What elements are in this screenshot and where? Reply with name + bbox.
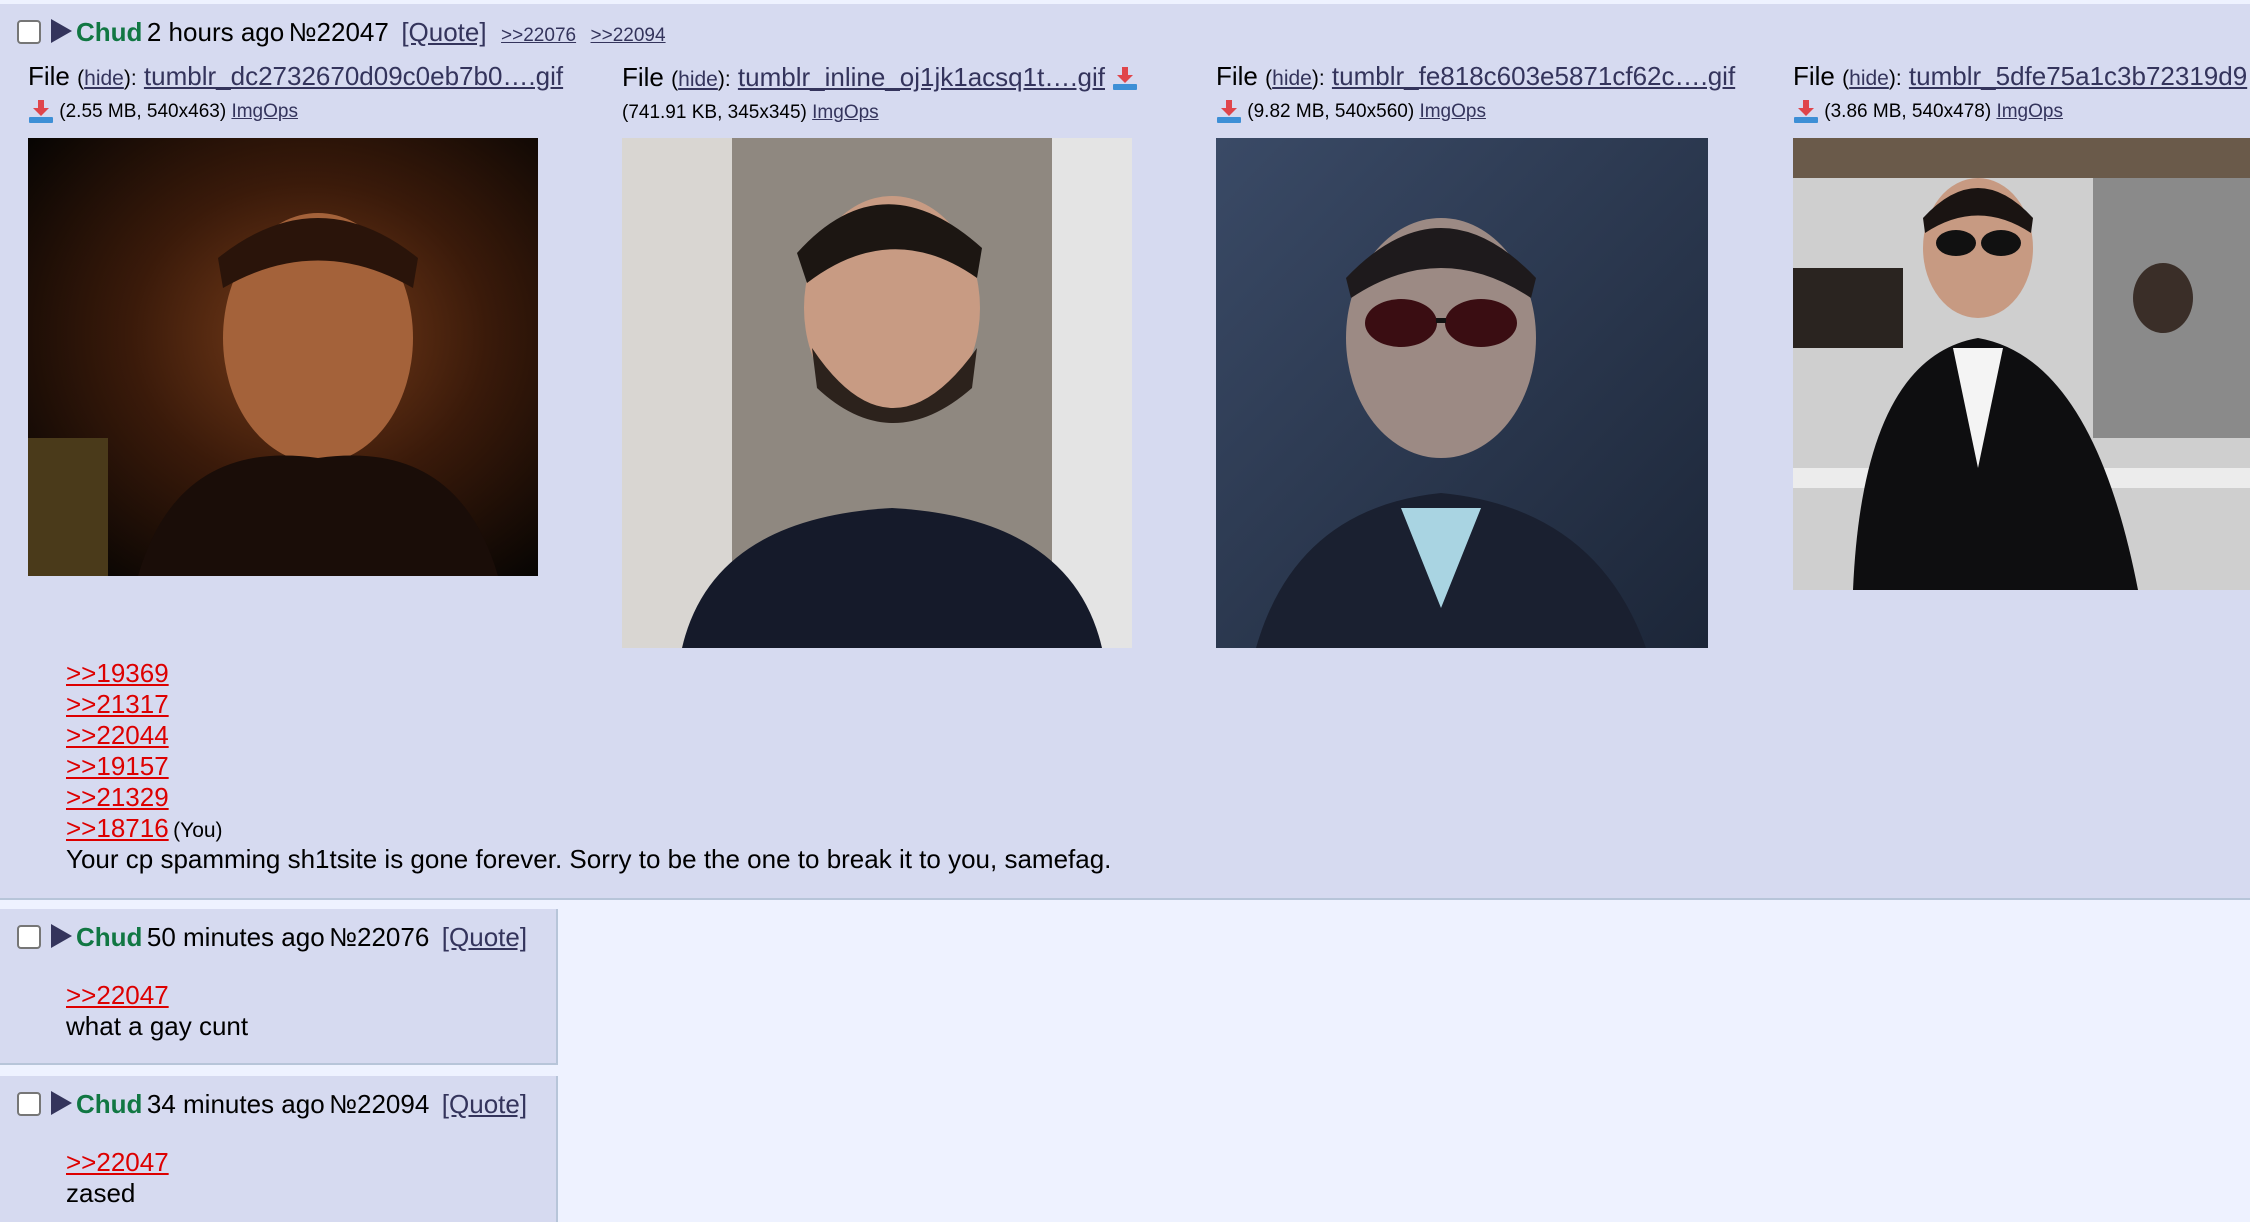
download-icon[interactable]	[1112, 67, 1138, 91]
quote-button[interactable]: [Quote]	[442, 1089, 527, 1119]
download-icon[interactable]	[28, 100, 54, 124]
post-header: Chud 34 minutes ago №22094 [Quote]	[76, 1089, 527, 1120]
poster-name: Chud	[76, 922, 143, 952]
backlink[interactable]: >>22094	[591, 25, 666, 46]
expand-triangle-icon[interactable]	[51, 1091, 72, 1115]
hide-link[interactable]: hide	[1272, 67, 1312, 90]
imgops-link[interactable]: ImgOps	[231, 101, 298, 122]
quote-button[interactable]: [Quote]	[401, 17, 486, 47]
post-select-checkbox[interactable]	[17, 925, 41, 949]
post-message: Your cp spamming sh1tsite is gone foreve…	[66, 844, 1112, 874]
post-number[interactable]: №22094	[329, 1089, 429, 1119]
hide-link[interactable]: hide	[678, 68, 718, 91]
imgops-link[interactable]: ImgOps	[1996, 101, 2063, 122]
file-info: File (hide): tumblr_dc2732670d09c0eb7b0……	[28, 61, 564, 91]
file-name-link[interactable]: tumblr_inline_oj1jk1acsq1t….gif	[738, 62, 1105, 92]
poster-name: Chud	[76, 1089, 143, 1119]
file-size: (2.55 MB, 540x463)	[59, 101, 227, 123]
thumbnail-image[interactable]	[1793, 138, 2250, 590]
file-name-link[interactable]: tumblr_fe818c603e5871cf62c….gif	[1332, 61, 1735, 91]
reply-link[interactable]: >>21317	[66, 689, 169, 720]
quote-button[interactable]: [Quote]	[442, 922, 527, 952]
hide-link[interactable]: hide	[84, 67, 124, 90]
poster-name: Chud	[76, 17, 143, 47]
file-label: File	[622, 62, 664, 92]
reply-link[interactable]: >>22044	[66, 720, 169, 751]
file-info: File (hide): tumblr_fe818c603e5871cf62c……	[1216, 61, 1736, 91]
thumbnail-image[interactable]	[1216, 138, 1708, 648]
file-info: File (hide): tumblr_inline_oj1jk1acsq1t……	[622, 62, 1138, 93]
file-label: File	[28, 61, 70, 91]
reply-link-row: >>18716 (You)	[66, 813, 223, 844]
post-message: zased	[66, 1178, 136, 1208]
post-header: Chud 50 minutes ago №22076 [Quote]	[76, 922, 527, 953]
expand-triangle-icon[interactable]	[51, 19, 72, 43]
imgops-link[interactable]: ImgOps	[812, 102, 879, 123]
file-name-link[interactable]: tumblr_5dfe75a1c3b72319d9	[1909, 61, 2247, 91]
post-message: what a gay cunt	[66, 1011, 249, 1041]
post-time: 2 hours ago	[146, 17, 285, 47]
file-label: File	[1793, 61, 1835, 91]
reply-link[interactable]: >>21329	[66, 782, 169, 813]
post-select-checkbox[interactable]	[17, 1092, 41, 1116]
expand-triangle-icon[interactable]	[51, 924, 72, 948]
post-number[interactable]: №22076	[329, 922, 429, 952]
post-number[interactable]: №22047	[289, 17, 389, 47]
file-size: (741.91 KB, 345x345)	[622, 102, 807, 123]
thumbnail-image[interactable]	[622, 138, 1132, 648]
post-select-checkbox[interactable]	[17, 20, 41, 44]
reply-link[interactable]: >>19369	[66, 658, 169, 689]
file-size: (9.82 MB, 540x560)	[1247, 101, 1415, 123]
download-icon[interactable]	[1216, 100, 1242, 124]
post-header: Chud 2 hours ago №22047 [Quote] >>22076 …	[76, 17, 666, 48]
file-name-link[interactable]: tumblr_dc2732670d09c0eb7b0….gif	[144, 61, 563, 91]
hide-link[interactable]: hide	[1849, 67, 1889, 90]
reply-link[interactable]: >>18716	[66, 813, 169, 843]
file-meta: (9.82 MB, 540x560) ImgOps	[1216, 100, 1486, 124]
post-time: 50 minutes ago	[146, 922, 325, 952]
reply-link[interactable]: >>22047	[66, 1147, 169, 1178]
post-time: 34 minutes ago	[146, 1089, 325, 1119]
reply-link[interactable]: >>19157	[66, 751, 169, 782]
download-icon[interactable]	[1793, 100, 1819, 124]
thumbnail-image[interactable]	[28, 138, 538, 576]
you-marker: (You)	[173, 819, 223, 842]
file-meta: (2.55 MB, 540x463) ImgOps	[28, 100, 298, 124]
file-label: File	[1216, 61, 1258, 91]
imgops-link[interactable]: ImgOps	[1419, 101, 1486, 122]
file-info: File (hide): tumblr_5dfe75a1c3b72319d9	[1793, 61, 2248, 91]
file-size: (3.86 MB, 540x478)	[1824, 101, 1992, 123]
backlink[interactable]: >>22076	[501, 25, 576, 46]
file-meta: (741.91 KB, 345x345) ImgOps	[622, 102, 879, 124]
file-meta: (3.86 MB, 540x478) ImgOps	[1793, 100, 2063, 124]
reply-link[interactable]: >>22047	[66, 980, 169, 1011]
